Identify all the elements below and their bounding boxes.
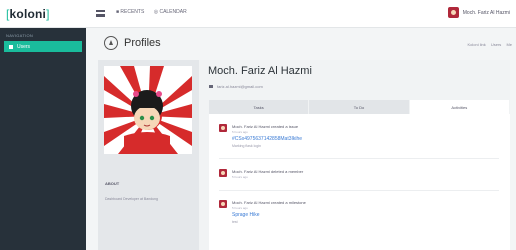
about-heading: ABOUT xyxy=(105,181,120,186)
about-text: Dashboard Developer at Bandung xyxy=(105,197,158,201)
sidebar-heading: NAVIGATION xyxy=(6,33,34,38)
breadcrumb-item: Me xyxy=(506,42,512,47)
activity-subtext: test xyxy=(232,220,238,224)
profile-sidebar: ABOUT Dashboard Developer at Bandung xyxy=(98,60,199,250)
user-menu[interactable]: Moch. Fariz Al Hazmi xyxy=(447,7,510,18)
activity-actor[interactable]: Moch. Fariz Al Hazmi xyxy=(232,200,270,205)
breadcrumb: Koloni link Users Me xyxy=(464,42,513,47)
menu-icon[interactable] xyxy=(96,10,105,17)
top-bar: [koloni] ■ RECENTS ◎ CALENDAR Moch. Fari… xyxy=(0,0,516,28)
profile-email: fariz.al.hazmi@gmail.com xyxy=(209,84,263,89)
page-header: Profiles Koloni link Users Me xyxy=(86,28,516,62)
activity-actor[interactable]: Moch. Fariz Al Hazmi xyxy=(232,169,270,174)
user-name: Moch. Fariz Al Hazmi xyxy=(462,9,510,16)
activity-action: created a milestone xyxy=(270,200,306,205)
divider xyxy=(219,190,499,191)
profile-tabs: Tasks To Do Activities xyxy=(209,100,510,114)
sidebar-item-users[interactable]: Users xyxy=(4,41,82,52)
activity-text: Moch. Fariz Al Hazmi created a issue xyxy=(232,124,298,129)
tab-activities[interactable]: Activities xyxy=(409,100,510,114)
activity-text: Moch. Fariz Al Hazmi deleted a member xyxy=(232,169,303,174)
avatar xyxy=(219,124,227,132)
tab-todo[interactable]: To Do xyxy=(309,100,410,114)
avatar xyxy=(219,200,227,208)
activity-link[interactable]: #CSx4975637142858Mat3Ikihe xyxy=(232,136,302,142)
sidebar: NAVIGATION Users xyxy=(0,28,86,250)
divider xyxy=(219,158,499,159)
user-icon xyxy=(9,44,13,49)
activity-item: Moch. Fariz Al Hazmi created a issue 5 h… xyxy=(219,124,499,152)
profile-name: Moch. Fariz Al Hazmi xyxy=(208,65,312,77)
tab-tasks[interactable]: Tasks xyxy=(209,100,310,114)
activity-item: Moch. Fariz Al Hazmi deleted a member 5 … xyxy=(219,169,499,183)
activities-panel: Moch. Fariz Al Hazmi created a issue 5 h… xyxy=(209,114,510,250)
activity-actor[interactable]: Moch. Fariz Al Hazmi xyxy=(232,124,270,129)
breadcrumb-item[interactable]: Users xyxy=(491,42,501,47)
profile-main: Moch. Fariz Al Hazmi fariz.al.hazmi@gmai… xyxy=(199,60,510,250)
activity-time: 5 hours ago xyxy=(232,130,248,134)
email-text: fariz.al.hazmi@gmail.com xyxy=(217,84,263,89)
envelope-icon xyxy=(209,85,213,88)
activity-item: Moch. Fariz Al Hazmi created a milestone… xyxy=(219,200,499,228)
activity-action: deleted a member xyxy=(270,169,304,174)
top-nav: ■ RECENTS ◎ CALENDAR xyxy=(116,9,195,15)
activity-action: created a issue xyxy=(270,124,299,129)
profile-card: ABOUT Dashboard Developer at Bandung Moc… xyxy=(98,60,510,250)
nav-calendar[interactable]: ◎ CALENDAR xyxy=(154,9,187,15)
app-logo[interactable]: [koloni] xyxy=(6,7,50,21)
profile-photo xyxy=(104,66,192,154)
activity-text: Moch. Fariz Al Hazmi created a milestone xyxy=(232,200,306,205)
profile-photo-image xyxy=(104,66,192,154)
activity-subtext: Marking flask login xyxy=(232,144,261,148)
nav-recents[interactable]: ■ RECENTS xyxy=(116,9,144,15)
activity-time: 5 hours ago xyxy=(232,206,248,210)
activity-time: 5 hours ago xyxy=(232,175,248,179)
profile-icon xyxy=(104,36,118,50)
sidebar-item-label: Users xyxy=(17,43,31,50)
avatar xyxy=(219,169,227,177)
avatar xyxy=(447,7,459,18)
page-title: Profiles xyxy=(124,37,161,49)
breadcrumb-item[interactable]: Koloni link xyxy=(468,42,486,47)
activity-link[interactable]: Sprage Hike xyxy=(232,212,260,218)
